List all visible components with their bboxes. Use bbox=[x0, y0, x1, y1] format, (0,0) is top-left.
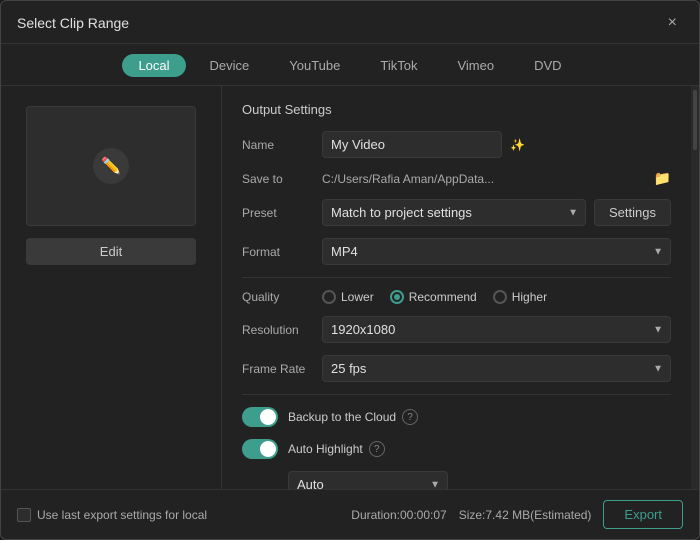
main-content: ✏️ Edit Output Settings Name ✨ Save to C… bbox=[1, 86, 699, 489]
frame-rate-row: Frame Rate 25 fps ▼ bbox=[242, 355, 671, 382]
right-panel: Output Settings Name ✨ Save to C:/Users/… bbox=[221, 86, 691, 489]
format-value: MP4 ▼ bbox=[322, 238, 671, 265]
tab-bar: Local Device YouTube TikTok Vimeo DVD bbox=[1, 44, 699, 86]
preset-label: Preset bbox=[242, 206, 322, 220]
auto-dropdown-row: Auto ▼ bbox=[288, 471, 671, 489]
ai-icon[interactable]: ✨ bbox=[510, 138, 525, 152]
save-to-row: Save to C:/Users/Rafia Aman/AppData... 📁 bbox=[242, 170, 671, 187]
size-text: Size:7.42 MB(Estimated) bbox=[459, 508, 592, 522]
scrollbar-thumb bbox=[693, 90, 697, 150]
auto-highlight-toggle[interactable] bbox=[242, 439, 278, 459]
name-input[interactable] bbox=[322, 131, 502, 158]
format-label: Format bbox=[242, 245, 322, 259]
backup-toggle[interactable] bbox=[242, 407, 278, 427]
format-select-wrapper: MP4 ▼ bbox=[322, 238, 671, 265]
export-button[interactable]: Export bbox=[603, 500, 683, 529]
auto-highlight-label-area: Auto Highlight ? bbox=[288, 441, 671, 457]
auto-highlight-info-icon[interactable]: ? bbox=[369, 441, 385, 457]
resolution-row: Resolution 1920x1080 ▼ bbox=[242, 316, 671, 343]
quality-options: Lower Recommend Higher bbox=[322, 290, 671, 304]
save-to-value: C:/Users/Rafia Aman/AppData... 📁 bbox=[322, 170, 671, 187]
quality-lower-radio[interactable] bbox=[322, 290, 336, 304]
title-bar: Select Clip Range × bbox=[1, 1, 699, 44]
divider-2 bbox=[242, 394, 671, 395]
quality-radio-group: Lower Recommend Higher bbox=[322, 290, 547, 304]
resolution-select-wrapper: 1920x1080 ▼ bbox=[322, 316, 671, 343]
name-value: ✨ bbox=[322, 131, 671, 158]
tab-tiktok[interactable]: TikTok bbox=[364, 54, 433, 77]
preview-box: ✏️ bbox=[26, 106, 196, 226]
dialog-title: Select Clip Range bbox=[17, 15, 129, 31]
format-row: Format MP4 ▼ bbox=[242, 238, 671, 265]
quality-recommend-option[interactable]: Recommend bbox=[390, 290, 477, 304]
folder-icon[interactable]: 📁 bbox=[654, 170, 671, 187]
frame-rate-select[interactable]: 25 fps bbox=[322, 355, 671, 382]
quality-recommend-radio[interactable] bbox=[390, 290, 404, 304]
tab-local[interactable]: Local bbox=[122, 54, 185, 77]
quality-higher-radio[interactable] bbox=[493, 290, 507, 304]
preset-value: Match to project settings ▼ Settings bbox=[322, 199, 671, 226]
tab-vimeo[interactable]: Vimeo bbox=[441, 54, 510, 77]
tab-dvd[interactable]: DVD bbox=[518, 54, 577, 77]
scrollbar[interactable] bbox=[691, 86, 699, 489]
resolution-label: Resolution bbox=[242, 323, 322, 337]
frame-rate-value: 25 fps ▼ bbox=[322, 355, 671, 382]
backup-label: Backup to the Cloud bbox=[288, 410, 396, 424]
dialog: Select Clip Range × Local Device YouTube… bbox=[0, 0, 700, 540]
close-button[interactable]: × bbox=[662, 13, 683, 33]
edit-pencil-icon: ✏️ bbox=[93, 148, 129, 184]
auto-select[interactable]: Auto bbox=[288, 471, 448, 489]
quality-label: Quality bbox=[242, 290, 322, 304]
divider-1 bbox=[242, 277, 671, 278]
backup-label-area: Backup to the Cloud ? bbox=[288, 409, 671, 425]
auto-select-wrapper: Auto ▼ bbox=[288, 471, 448, 489]
quality-lower-option[interactable]: Lower bbox=[322, 290, 374, 304]
quality-lower-label: Lower bbox=[341, 290, 374, 304]
settings-button[interactable]: Settings bbox=[594, 199, 671, 226]
section-title: Output Settings bbox=[242, 102, 671, 117]
name-row: Name ✨ bbox=[242, 131, 671, 158]
left-panel: ✏️ Edit bbox=[1, 86, 221, 489]
save-to-path: C:/Users/Rafia Aman/AppData... bbox=[322, 172, 646, 186]
quality-higher-label: Higher bbox=[512, 290, 547, 304]
name-label: Name bbox=[242, 138, 322, 152]
preset-select[interactable]: Match to project settings bbox=[322, 199, 586, 226]
duration-text: Duration:00:00:07 bbox=[351, 508, 446, 522]
save-to-label: Save to bbox=[242, 172, 322, 186]
tab-youtube[interactable]: YouTube bbox=[273, 54, 356, 77]
preset-select-wrapper: Match to project settings ▼ bbox=[322, 199, 586, 226]
quality-row: Quality Lower Recommend High bbox=[242, 290, 671, 304]
preset-row: Preset Match to project settings ▼ Setti… bbox=[242, 199, 671, 226]
quality-recommend-label: Recommend bbox=[409, 290, 477, 304]
checkbox-icon bbox=[17, 508, 31, 522]
resolution-select[interactable]: 1920x1080 bbox=[322, 316, 671, 343]
edit-button[interactable]: Edit bbox=[26, 238, 196, 265]
backup-row: Backup to the Cloud ? bbox=[242, 407, 671, 427]
resolution-value: 1920x1080 ▼ bbox=[322, 316, 671, 343]
auto-highlight-label: Auto Highlight bbox=[288, 442, 363, 456]
auto-highlight-row: Auto Highlight ? bbox=[242, 439, 671, 459]
format-select[interactable]: MP4 bbox=[322, 238, 671, 265]
use-last-label: Use last export settings for local bbox=[37, 508, 207, 522]
tab-device[interactable]: Device bbox=[194, 54, 266, 77]
bottom-bar: Use last export settings for local Durat… bbox=[1, 489, 699, 539]
backup-info-icon[interactable]: ? bbox=[402, 409, 418, 425]
frame-rate-label: Frame Rate bbox=[242, 362, 322, 376]
use-last-settings-checkbox[interactable]: Use last export settings for local bbox=[17, 508, 207, 522]
quality-higher-option[interactable]: Higher bbox=[493, 290, 547, 304]
frame-rate-select-wrapper: 25 fps ▼ bbox=[322, 355, 671, 382]
